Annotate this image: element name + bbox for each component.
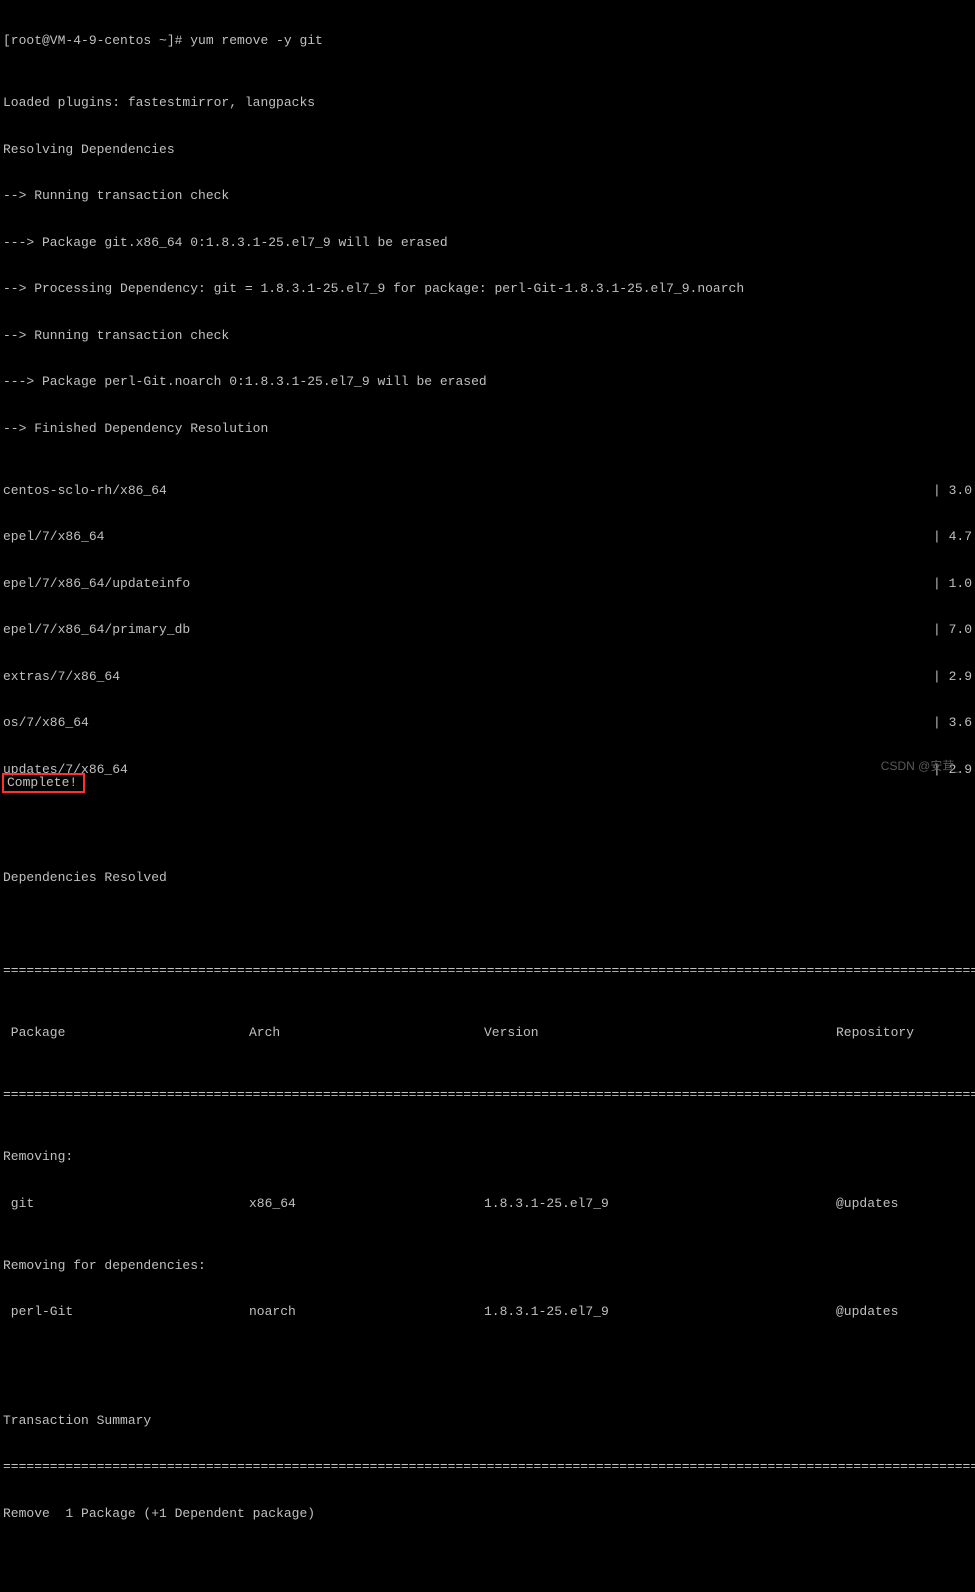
blank-line bbox=[3, 1366, 972, 1382]
output-line: --> Running transaction check bbox=[3, 188, 972, 204]
watermark: CSDN @安茸_ bbox=[881, 759, 961, 775]
divider-line: ========================================… bbox=[3, 963, 972, 979]
col-package: Package bbox=[3, 1025, 249, 1041]
col-repository: Repository bbox=[836, 1025, 914, 1041]
output-line: --> Finished Dependency Resolution bbox=[3, 421, 972, 437]
col-version: Version bbox=[484, 1025, 836, 1041]
repo-line: epel/7/x86_64/primary_db| 7.0 bbox=[3, 622, 972, 638]
output-line: --> Processing Dependency: git = 1.8.3.1… bbox=[3, 281, 972, 297]
table-row: git x86_64 1.8.3.1-25.el7_9 @updates bbox=[3, 1196, 972, 1212]
blank-line bbox=[3, 824, 972, 840]
complete-highlight: Complete! bbox=[2, 773, 85, 794]
repo-line: epel/7/x86_64| 4.7 bbox=[3, 529, 972, 545]
output-line: ---> Package perl-Git.noarch 0:1.8.3.1-2… bbox=[3, 374, 972, 390]
output-line: ---> Package git.x86_64 0:1.8.3.1-25.el7… bbox=[3, 235, 972, 251]
output-line: Loaded plugins: fastestmirror, langpacks bbox=[3, 95, 972, 111]
table-row: perl-Git noarch 1.8.3.1-25.el7_9 @update… bbox=[3, 1304, 972, 1320]
blank-line bbox=[3, 1552, 972, 1568]
repo-line: extras/7/x86_64| 2.9 bbox=[3, 669, 972, 685]
divider-line: ========================================… bbox=[3, 1459, 972, 1475]
removing-deps-heading: Removing for dependencies: bbox=[3, 1258, 972, 1274]
removing-heading: Removing: bbox=[3, 1149, 972, 1165]
repo-line: epel/7/x86_64/updateinfo| 1.0 bbox=[3, 576, 972, 592]
output-line: --> Running transaction check bbox=[3, 328, 972, 344]
section-heading: Dependencies Resolved bbox=[3, 870, 972, 886]
terminal-output[interactable]: [root@VM-4-9-centos ~]# yum remove -y gi… bbox=[0, 0, 975, 1592]
blank-line bbox=[3, 917, 972, 933]
repo-line: updates/7/x86_64| 2.9 bbox=[3, 762, 972, 778]
repo-line: centos-sclo-rh/x86_64| 3.0 bbox=[3, 483, 972, 499]
section-heading: Transaction Summary bbox=[3, 1413, 972, 1429]
table-header: Package Arch Version Repository bbox=[3, 1025, 972, 1041]
col-arch: Arch bbox=[249, 1025, 484, 1041]
divider-line: ========================================… bbox=[3, 1087, 972, 1103]
command-prompt: [root@VM-4-9-centos ~]# yum remove -y gi… bbox=[3, 33, 972, 49]
repo-line: os/7/x86_64| 3.6 bbox=[3, 715, 972, 731]
complete-text: Complete! bbox=[7, 775, 77, 790]
remove-count: Remove 1 Package (+1 Dependent package) bbox=[3, 1506, 972, 1522]
output-line: Resolving Dependencies bbox=[3, 142, 972, 158]
